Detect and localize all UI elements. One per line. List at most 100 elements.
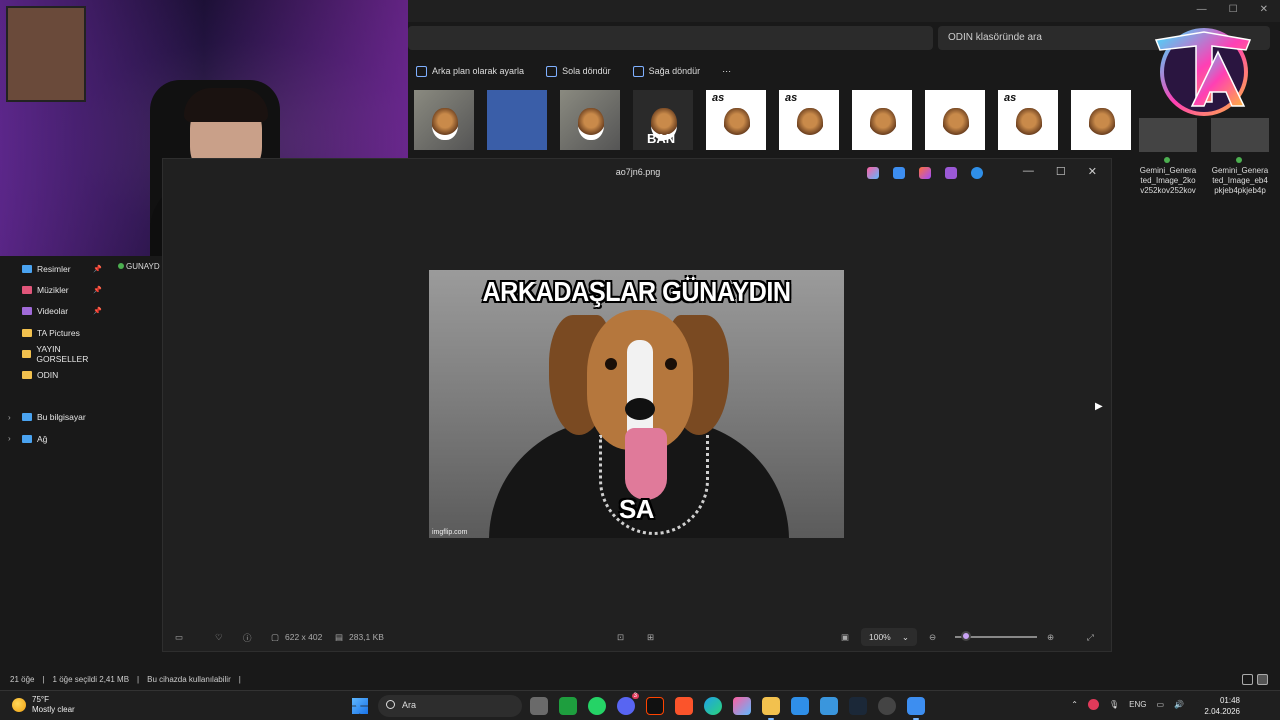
watermark: imgflip.com	[432, 529, 468, 536]
chevron-up-icon[interactable]: ⌃	[1071, 700, 1078, 709]
wall-poster	[6, 6, 86, 102]
onedrive-icon[interactable]	[971, 167, 983, 179]
taskbar-apps: 3	[530, 693, 925, 720]
displayed-image[interactable]: ARKADAŞLAR GÜNAYDIN SA imgflip.com	[429, 270, 844, 538]
selection-info: 1 öğe seçildi 2,41 MB	[52, 675, 130, 684]
more-options-button[interactable]: ⋯	[722, 66, 731, 77]
meme-bottom-text: SA	[618, 494, 655, 524]
dimensions-icon: ▢	[271, 632, 280, 642]
zoom-out-icon[interactable]: ⊖	[929, 632, 936, 643]
language-indicator[interactable]: ENG	[1129, 700, 1146, 709]
zoom-slider-thumb[interactable]	[961, 631, 971, 641]
display-icon[interactable]: ▭	[1156, 700, 1164, 709]
file-thumbnail[interactable]	[560, 90, 620, 150]
chevron-right-icon[interactable]: ›	[8, 434, 11, 443]
file-thumbnail[interactable]	[852, 90, 912, 150]
brave-browser-icon[interactable]	[675, 697, 693, 715]
sidebar-item-label: Resimler	[37, 263, 71, 274]
capcut-icon[interactable]	[646, 697, 664, 715]
file-thumbnail[interactable]	[487, 90, 547, 150]
sidebar-item-odin[interactable]: ODIN	[0, 364, 110, 385]
minimize-icon[interactable]: —	[1197, 4, 1207, 15]
folder-icon	[22, 328, 32, 337]
rotate-right-icon	[632, 65, 644, 77]
sidebar-item-bu-bilgisayar[interactable]: › Bu bilgisayar	[0, 407, 110, 428]
paint-icon[interactable]	[919, 167, 931, 179]
weather-widget[interactable]: 75°F Mostly clear	[12, 695, 75, 715]
close-icon[interactable]: ✕	[1088, 165, 1097, 178]
sidebar-item-ağ[interactable]: › Ağ	[0, 428, 110, 449]
sync-status-icon	[1236, 157, 1242, 163]
copilot-icon[interactable]	[733, 697, 751, 715]
system-tray: ⌃ 🎙 ENG ▭ 🔊	[1071, 699, 1184, 710]
microsoft-store-icon[interactable]	[820, 697, 838, 715]
xbox-icon[interactable]	[559, 697, 577, 715]
details-view-icon[interactable]	[1242, 674, 1253, 685]
file-thumbnail[interactable]	[925, 90, 985, 150]
sidebar-item-ta-pictures[interactable]: TA Pictures	[0, 322, 110, 343]
address-bar[interactable]	[408, 26, 933, 50]
next-image-icon[interactable]: ▶	[1095, 401, 1103, 412]
folder-icon	[22, 434, 32, 443]
sync-status-icon	[118, 263, 124, 269]
whatsapp-icon[interactable]	[588, 697, 606, 715]
outlook-icon[interactable]	[791, 697, 809, 715]
sidebar-item-videolar[interactable]: Videolar 📌	[0, 301, 110, 322]
item-count: 21 öğe	[10, 675, 35, 684]
sidebar-item-resimler[interactable]: Resimler 📌	[0, 258, 110, 279]
file-thumbnail[interactable]: BAN	[633, 90, 693, 150]
zoom-dropdown[interactable]: 100% ⌄	[861, 628, 917, 646]
meme-top-text: ARKADAŞLAR GÜNAYDIN	[482, 276, 791, 307]
large-icons-view-icon[interactable]	[1257, 674, 1268, 685]
sidebar-item-yayin-gorseller[interactable]: YAYIN GORSELLER	[0, 343, 110, 364]
set-as-background-button[interactable]: Arka plan olarak ayarla	[416, 65, 524, 77]
weather-condition: Mostly clear	[32, 705, 75, 714]
fullscreen-icon[interactable]: ⤢	[1087, 632, 1094, 643]
pin-icon: 📌	[93, 308, 102, 316]
file-tile[interactable]: Gemini_Genera ted_Image_2ko v252kov252ko…	[1136, 118, 1200, 196]
copilot-icon[interactable]	[867, 167, 879, 179]
sidebar-item-müzikler[interactable]: Müzikler 📌	[0, 279, 110, 300]
file-thumbnail[interactable]: as	[998, 90, 1058, 150]
start-button[interactable]	[352, 698, 368, 714]
clipchamp-icon[interactable]	[945, 167, 957, 179]
microphone-icon[interactable]: 🎙	[1109, 700, 1119, 709]
fit-to-window-icon[interactable]: ⊡	[617, 632, 624, 643]
minimize-icon[interactable]: —	[1023, 165, 1034, 178]
edge-browser-icon[interactable]	[704, 697, 722, 715]
rotate-left-icon	[546, 65, 558, 77]
maximize-icon[interactable]: ☐	[1229, 4, 1238, 15]
maximize-icon[interactable]: ☐	[1056, 165, 1066, 178]
file-thumbnail[interactable]: as	[706, 90, 766, 150]
file-thumbnail[interactable]: as	[779, 90, 839, 150]
chevron-right-icon[interactable]: ›	[8, 413, 11, 422]
file-thumbnail[interactable]	[1071, 90, 1131, 150]
filmstrip-icon[interactable]: ▭	[175, 632, 183, 643]
photos-app-icon[interactable]	[907, 697, 925, 720]
close-icon[interactable]: ✕	[1260, 4, 1268, 15]
file-thumbnail[interactable]	[414, 90, 474, 150]
clock[interactable]: 01:48 2.04.2026	[1204, 695, 1240, 717]
zoom-in-icon[interactable]: ⊕	[1047, 632, 1054, 643]
file-thumbnail	[1139, 118, 1197, 152]
visual-search-icon[interactable]: ⊞	[647, 632, 654, 643]
actual-size-icon[interactable]: ▣	[841, 632, 849, 643]
rotate-left-button[interactable]: Sola döndür	[546, 65, 611, 77]
edit-icon[interactable]	[893, 167, 905, 179]
sync-status-icon	[1164, 157, 1170, 163]
temperature: 75°F	[32, 695, 49, 704]
image-dimensions: 622 x 402	[285, 632, 323, 642]
volume-icon[interactable]: 🔊	[1174, 700, 1184, 709]
tray-app-icon[interactable]	[1087, 699, 1099, 710]
discord-icon[interactable]: 3	[617, 693, 639, 715]
rotate-right-button[interactable]: Sağa döndür	[632, 65, 700, 77]
file-size: 283,1 KB	[349, 632, 384, 642]
file-explorer-icon[interactable]	[762, 697, 780, 720]
info-icon[interactable]: ⓘ	[243, 632, 252, 644]
task-view-icon[interactable]	[530, 697, 548, 715]
file-tile[interactable]: Gemini_Genera ted_Image_eb4 pkjeb4pkjeb4…	[1208, 118, 1272, 196]
favorite-icon[interactable]: ♡	[215, 632, 223, 643]
steam-icon[interactable]	[849, 697, 867, 715]
taskbar-search[interactable]: Ara	[378, 695, 522, 717]
obs-studio-icon[interactable]	[878, 697, 896, 715]
